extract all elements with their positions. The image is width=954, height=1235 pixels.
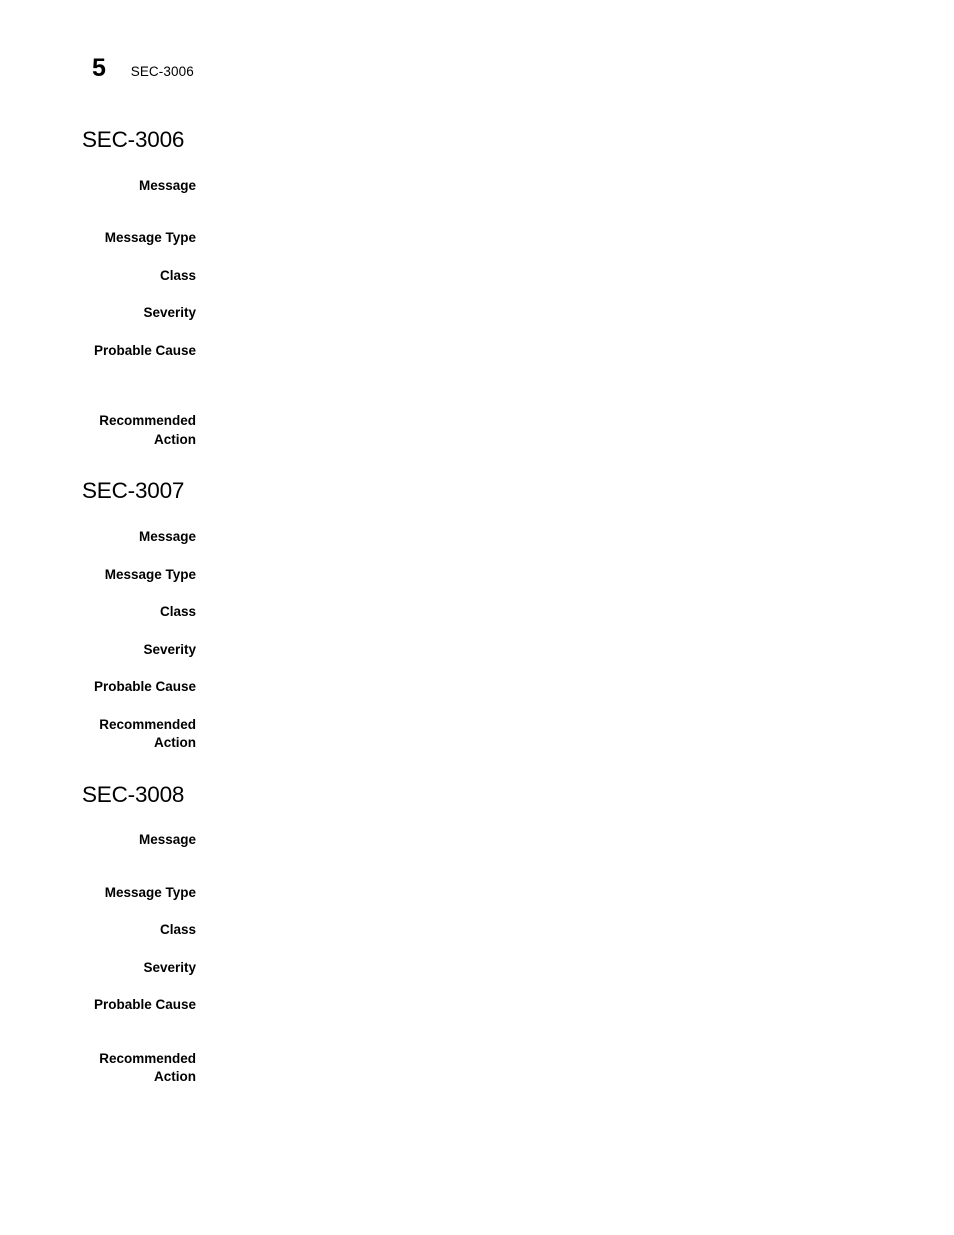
document-body: SEC-3006 Message Message Type Class Severity…	[82, 127, 882, 1087]
definition-list: Message Message Type Class Severity Probable…	[82, 831, 882, 1087]
definition-row: Recommended Action	[82, 1050, 882, 1087]
definition-label: Message	[138, 529, 196, 544]
definition-value	[220, 716, 882, 735]
definition-value	[220, 959, 882, 978]
definition-label: Severity	[143, 959, 196, 975]
definition-row: Message	[82, 177, 882, 196]
definition-label: Class	[159, 267, 196, 283]
definition-value	[220, 342, 882, 361]
definition-row: Severity	[82, 641, 882, 660]
definition-value	[220, 412, 882, 431]
definition-row: Message Type	[82, 229, 882, 248]
definition-value	[220, 528, 882, 547]
definition-label: Severity	[143, 641, 196, 657]
definition-row: Probable Cause	[82, 996, 882, 1015]
definition-value	[220, 177, 882, 196]
definition-label: Probable Cause	[93, 342, 196, 358]
definition-row: Severity	[82, 304, 882, 323]
definition-value	[220, 884, 882, 903]
definition-label: Class	[159, 604, 196, 619]
definition-row: Severity	[82, 959, 882, 978]
running-header-title: SEC-3006	[130, 64, 194, 79]
definition-row: Probable Cause	[82, 678, 882, 697]
definition-value	[220, 566, 882, 585]
document-page: 5 SEC-3006 SEC-3006 Message Message Type Cl…	[0, 0, 954, 1235]
message-section: SEC-3007 Message Message Type Class Severity…	[82, 478, 882, 753]
message-section: SEC-3008 Message Message Type Class Severity…	[82, 781, 882, 1087]
definition-list: Message Message Type Class Severity Probable…	[82, 177, 882, 450]
definition-value	[220, 921, 882, 940]
message-section: SEC-3006 Message Message Type Class Severity…	[82, 127, 882, 450]
definition-label: Class	[159, 922, 196, 938]
definition-label: Probable Cause	[93, 997, 196, 1013]
definition-label: Message Type	[104, 566, 196, 582]
definition-value	[220, 996, 882, 1015]
definition-row: Probable Cause	[82, 342, 882, 361]
section-heading: SEC-3006	[82, 127, 185, 152]
definition-value	[220, 831, 882, 850]
definition-row: Recommended Action	[82, 716, 882, 753]
definition-value	[220, 641, 882, 660]
definition-label: Severity	[143, 305, 196, 321]
definition-value	[220, 603, 882, 622]
definition-row: Recommended Action	[82, 412, 882, 449]
definition-label: Message	[138, 177, 196, 193]
definition-label: Probable Cause	[93, 679, 196, 694]
section-heading: SEC-3008	[82, 781, 185, 807]
definition-row: Message Type	[82, 566, 882, 585]
definition-row: Class	[82, 267, 882, 286]
definition-value	[220, 1050, 882, 1069]
definition-row: Class	[82, 921, 882, 940]
definition-value	[220, 304, 882, 323]
definition-value	[220, 267, 882, 286]
definition-label: Message	[138, 832, 196, 848]
definition-label: Recommended Action	[99, 1050, 196, 1085]
definition-value	[220, 229, 882, 248]
definition-label: Recommended Action	[99, 413, 196, 447]
definition-row: Message	[82, 528, 882, 547]
definition-label: Recommended Action	[99, 716, 196, 751]
definition-list: Message Message Type Class Severity Probable…	[82, 528, 882, 753]
definition-label: Message Type	[104, 230, 196, 246]
definition-row: Message	[82, 831, 882, 850]
definition-value	[220, 678, 882, 697]
chapter-number: 5	[92, 54, 106, 82]
definition-row: Message Type	[82, 884, 882, 903]
section-heading: SEC-3007	[82, 478, 185, 504]
definition-row: Class	[82, 603, 882, 622]
running-header: 5 SEC-3006	[92, 56, 194, 81]
definition-label: Message Type	[104, 884, 196, 900]
